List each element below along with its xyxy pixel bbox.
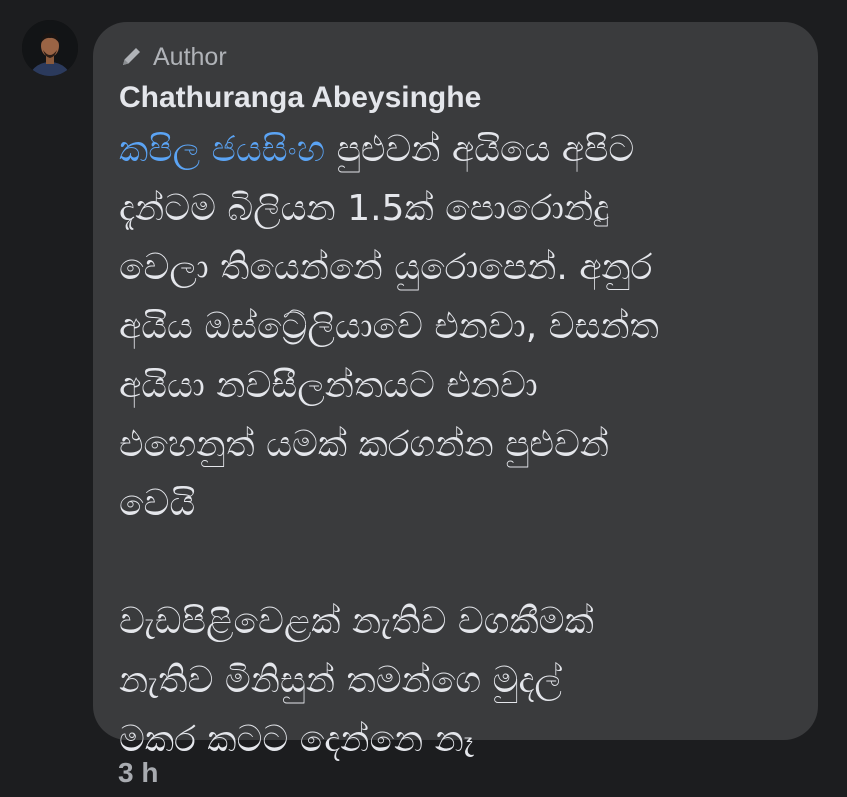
comment-text: කපිල ජයසිංහ පුළුවන් අයියෙ අපිට දැන්ටම බි… — [119, 120, 794, 769]
comment-line: අයිය ඔස්ට්‍රේලියාවෙ එනවා, වසන්ත — [119, 306, 659, 347]
author-avatar[interactable] — [22, 20, 78, 76]
comment-line: දැන්ටම බිලියන 1.5ක් පොරොන්දු — [119, 188, 610, 229]
comment-line: වෙලා තියෙන්නේ යුරොපෙන්. අනුර — [119, 247, 653, 288]
comment-line: එහෙනුත් යමක් කරගන්න පුළුවන් — [119, 424, 610, 465]
profile-avatar-icon — [22, 20, 78, 76]
comment-line: වෙයි — [119, 483, 196, 524]
comment-line: නැතිව මිනිසුන් තමන්ගෙ මුදල් — [119, 660, 562, 701]
comment-timestamp[interactable]: 3 h — [118, 757, 158, 789]
mention-link[interactable]: කපිල ජයසිංහ — [119, 129, 325, 170]
comment-bubble: Author Chathuranga Abeysinghe කපිල ජයසිං… — [93, 22, 818, 760]
author-name[interactable]: Chathuranga Abeysinghe — [119, 78, 794, 118]
comment-line: වැඩපිළිවෙළක් නැතිව වගකීමක් — [119, 601, 594, 642]
pencil-icon — [123, 48, 140, 65]
author-badge-label: Author — [153, 42, 227, 71]
comment-line: අයියා නවසීලන්තයට එනවා — [119, 365, 538, 406]
comment-line: මකර කටට දෙන්නෙ නෑ — [119, 719, 474, 760]
comment-line: කපිල ජයසිංහ පුළුවන් අයියෙ අපිට — [119, 120, 794, 179]
author-badge: Author — [119, 42, 794, 72]
comment-line-text: පුළුවන් අයියෙ අපිට — [325, 129, 635, 170]
comment-thread: Author Chathuranga Abeysinghe කපිල ජයසිං… — [0, 0, 847, 797]
